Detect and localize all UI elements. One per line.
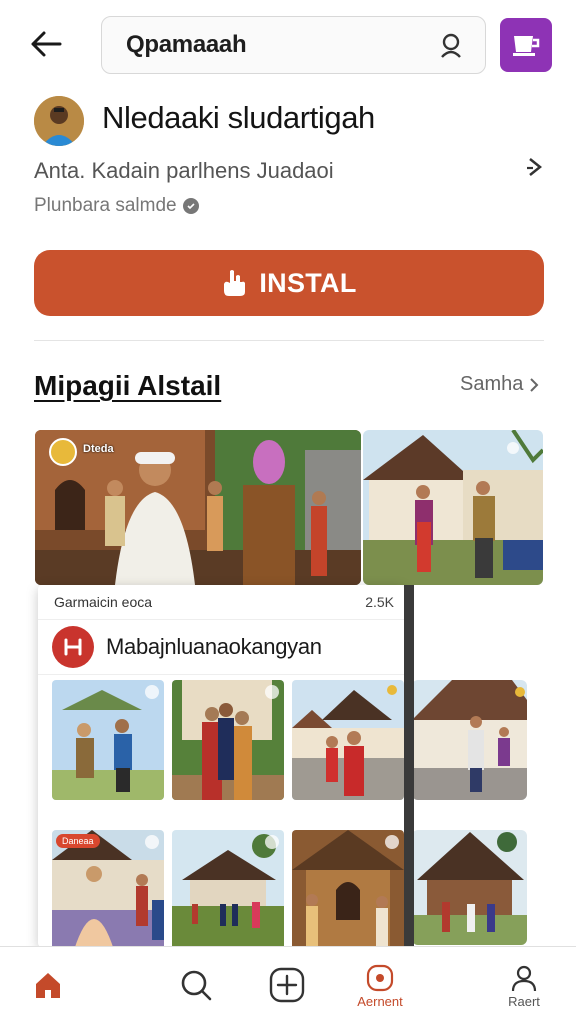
- app-screen: Qpamaaah Nledaaki sludartigah Anta. Kada…: [0, 0, 576, 1024]
- gallery-photo-strip-2[interactable]: [412, 830, 527, 945]
- nav-create[interactable]: [247, 947, 327, 1024]
- store-button[interactable]: [500, 18, 552, 72]
- verified-icon: [182, 198, 199, 214]
- popup-thumb-4[interactable]: Daneaa: [52, 830, 164, 950]
- thumb-select-icon[interactable]: [385, 835, 399, 849]
- popup-collection-header[interactable]: Mabajnluanaokangyan: [38, 619, 404, 675]
- profile-meta-text: Plunbara salmde: [34, 195, 177, 216]
- nav-activity[interactable]: Aernent: [340, 947, 420, 1024]
- see-all-link[interactable]: Samha: [460, 373, 539, 396]
- popup-collection-title: Mabajnluanaokangyan: [106, 634, 322, 659]
- plus-square-icon: [269, 967, 305, 1003]
- chevron-right-icon: [527, 158, 543, 176]
- divider: [34, 340, 544, 341]
- search-bar[interactable]: Qpamaaah: [101, 16, 486, 74]
- profile-name: Nledaaki sludartigah: [102, 100, 375, 135]
- activity-icon: [366, 964, 394, 991]
- popup-caption: Garmaicin eoca: [54, 594, 153, 610]
- nav-profile-label: Raert: [508, 993, 540, 1009]
- photo-tag: Dteda: [83, 443, 114, 455]
- popup-thumb-1[interactable]: [52, 680, 164, 800]
- see-all-label: Samha: [460, 373, 524, 395]
- collection-icon: [52, 626, 94, 668]
- profile-details-link[interactable]: [520, 152, 550, 182]
- gallery-photo-side[interactable]: [363, 430, 543, 585]
- nav-search[interactable]: [156, 947, 236, 1024]
- popup-scrollbar[interactable]: [404, 585, 414, 947]
- top-bar: Qpamaaah: [0, 0, 576, 92]
- popup-thumb-5[interactable]: [172, 830, 284, 950]
- home-icon: [36, 973, 60, 998]
- thumb-select-icon[interactable]: [145, 835, 159, 849]
- arrow-left-icon: [31, 31, 62, 57]
- shopping-bag-icon: [513, 36, 540, 56]
- search-icon[interactable]: [435, 29, 467, 61]
- person-icon: [511, 965, 537, 991]
- profile-subtitle: Anta. Kadain parlhens Juadaoi: [34, 158, 334, 183]
- popup-thumb-3[interactable]: [292, 680, 404, 800]
- bottom-nav: Aernent Raert: [0, 946, 576, 1024]
- nav-home[interactable]: [8, 947, 88, 1024]
- chevron-right-icon: [530, 377, 539, 392]
- popup-thumb-6[interactable]: [292, 830, 404, 950]
- install-button[interactable]: INSTAL: [34, 250, 544, 316]
- location-pin-icon: [49, 438, 77, 466]
- collection-popup: Garmaicin eoca 2.5K Mabajnluanaokangyan: [38, 585, 404, 950]
- thumb-select-icon[interactable]: [265, 835, 279, 849]
- thumb-select-icon[interactable]: [265, 685, 279, 699]
- thumb-select-icon[interactable]: [145, 685, 159, 699]
- gallery-photo-main[interactable]: Dteda: [35, 430, 361, 585]
- nav-profile[interactable]: Raert: [484, 947, 564, 1024]
- search-query[interactable]: Qpamaaah: [126, 31, 435, 59]
- hand-pointer-icon: [224, 270, 246, 296]
- popup-thumb-2[interactable]: [172, 680, 284, 800]
- avatar[interactable]: [34, 96, 84, 146]
- nav-activity-label: Aernent: [357, 993, 403, 1009]
- section-title: Mipagii Alstail: [34, 370, 222, 401]
- popup-count: 2.5K: [365, 594, 394, 610]
- install-label: INSTAL: [259, 267, 357, 298]
- thumb-tag: Daneaa: [56, 834, 100, 848]
- back-button[interactable]: [26, 24, 66, 64]
- profile-meta: Plunbara salmde: [34, 195, 199, 217]
- gallery-photo-strip-1[interactable]: [412, 680, 527, 800]
- search-icon: [181, 970, 212, 1001]
